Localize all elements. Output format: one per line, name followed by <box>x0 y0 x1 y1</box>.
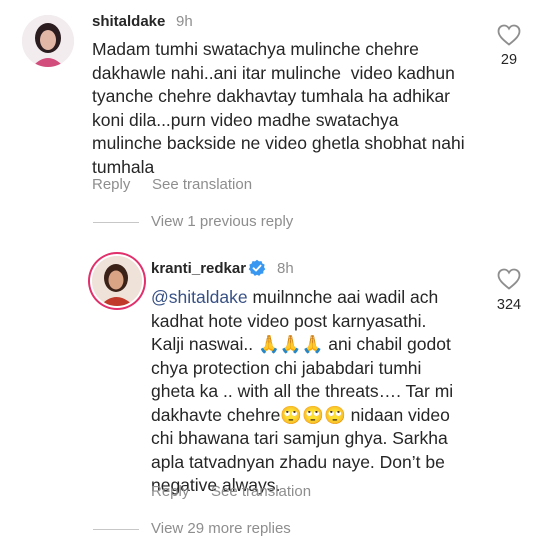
see-translation-button[interactable]: See translation <box>152 176 252 193</box>
reply-time: 8h <box>277 260 294 277</box>
verified-badge-icon <box>248 259 266 276</box>
reply-text: @shitaldake muilnnche aai wadil ach kadh… <box>151 286 496 498</box>
reply-username[interactable]: kranti_redkar <box>151 260 246 277</box>
comment-text: Madam tumhi swatachya mulinche chehre da… <box>92 39 465 177</box>
divider-line <box>93 529 139 530</box>
reply-button[interactable]: Reply <box>151 483 189 500</box>
divider-line <box>93 222 139 223</box>
comment-time: 9h <box>176 13 193 30</box>
mention-link[interactable]: @shitaldake <box>151 287 248 307</box>
heart-icon[interactable] <box>497 24 521 46</box>
see-translation-button[interactable]: See translation <box>211 483 311 500</box>
view-more-replies[interactable]: View 29 more replies <box>151 520 291 537</box>
avatar[interactable] <box>92 256 142 306</box>
heart-icon[interactable] <box>497 268 521 290</box>
like-count: 29 <box>500 52 518 68</box>
avatar[interactable] <box>22 15 74 67</box>
view-previous-replies[interactable]: View 1 previous reply <box>151 213 293 230</box>
reply-button[interactable]: Reply <box>92 176 130 193</box>
comment-username[interactable]: shitaldake <box>92 13 165 30</box>
reply-text-body: muilnnche aai wadil ach kadhat hote vide… <box>151 287 454 495</box>
like-count: 324 <box>496 297 522 313</box>
